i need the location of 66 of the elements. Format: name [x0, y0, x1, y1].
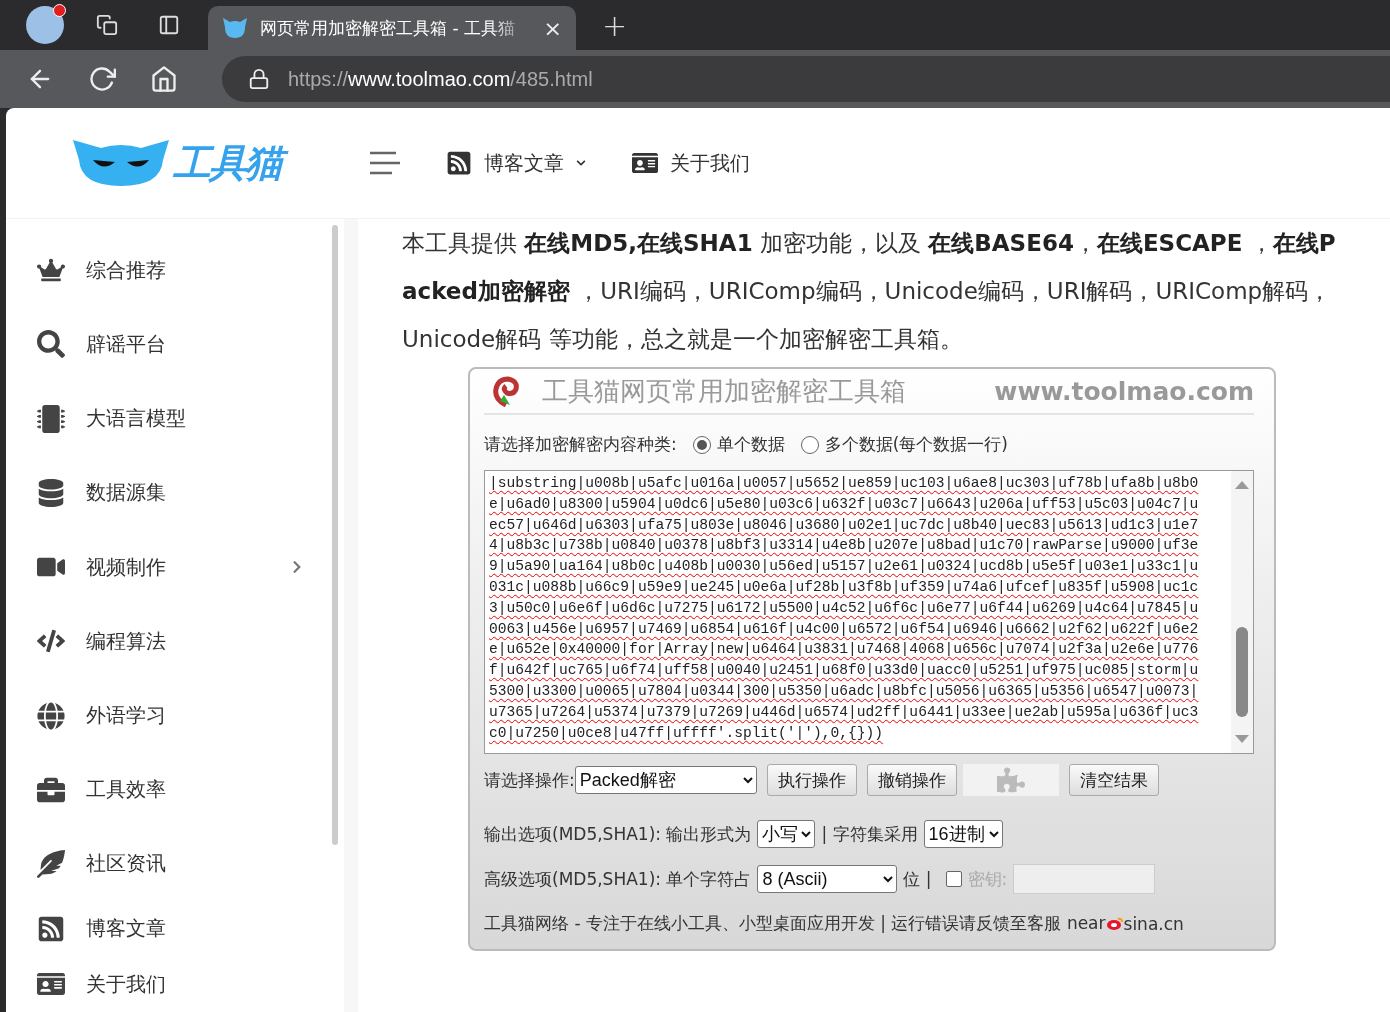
site-url: www.toolmao.com: [994, 376, 1254, 406]
lock-icon: [248, 68, 270, 90]
scroll-down-icon[interactable]: [1235, 735, 1249, 743]
operation-select[interactable]: Packed解密: [574, 766, 757, 794]
tool-title: 工具猫网页常用加密解密工具箱: [542, 374, 907, 408]
sidebar-item[interactable]: 视频制作: [6, 529, 344, 605]
chip-icon: [34, 404, 68, 433]
address-bar[interactable]: https://www.toolmao.com/485.html: [222, 56, 1390, 102]
nav-link[interactable]: 关于我们: [632, 149, 750, 177]
sidebar-item[interactable]: 编程算法: [6, 604, 344, 679]
radio-label[interactable]: 单个数据: [716, 433, 785, 456]
nav-link[interactable]: 博客文章: [446, 149, 586, 177]
rss-icon: [446, 150, 472, 176]
action-button[interactable]: 撤销操作: [866, 764, 957, 796]
puzzle-icon: [996, 766, 1025, 794]
globe-icon: [34, 701, 68, 730]
radio-button[interactable]: [692, 435, 711, 454]
radio-button[interactable]: [800, 435, 819, 454]
scroll-up-icon[interactable]: [1235, 481, 1249, 489]
weibo-icon: [1105, 916, 1124, 931]
home-icon[interactable]: [150, 65, 178, 93]
width-select[interactable]: 8 (Ascii): [757, 865, 898, 893]
url-host: www.toolmao.com: [348, 67, 511, 91]
close-tab-button[interactable]: ×: [543, 15, 562, 41]
briefcase-icon: [34, 775, 68, 804]
case-select[interactable]: 小写: [757, 820, 816, 848]
menu-icon[interactable]: [368, 150, 400, 176]
browser-tab[interactable]: 网页常用加密解密工具箱 - 工具猫 ×: [208, 6, 576, 50]
sidebar-item[interactable]: 关于我们: [6, 956, 344, 1012]
reload-icon[interactable]: [88, 65, 116, 93]
scroll-thumb[interactable]: [1236, 627, 1248, 717]
cat-icon: [222, 17, 248, 39]
charset-select[interactable]: 16进制: [923, 820, 1003, 848]
search-icon: [34, 330, 68, 359]
footer-text: 工具猫网络 - 专注于在线小工具、小型桌面应用开发 | 运行错误请反馈至客服 near: [484, 912, 1106, 935]
sidebar-item[interactable]: 数据源集: [6, 455, 344, 530]
sidebar-item[interactable]: 社区资讯: [6, 826, 344, 902]
profile-avatar[interactable]: [26, 6, 64, 44]
cat-logo-icon: [71, 138, 171, 188]
advanced-label: 高级选项(MD5,SHA1): 单个字符占: [484, 867, 752, 891]
action-button[interactable]: 清空结果: [1068, 764, 1159, 796]
key-checkbox[interactable]: [945, 871, 962, 887]
sidebar-item[interactable]: 外语学习: [6, 678, 344, 753]
scrollbar[interactable]: [1231, 471, 1253, 753]
sidebar-item[interactable]: 大语言模型: [6, 381, 344, 456]
sidebar-item[interactable]: 辟谣平台: [6, 307, 344, 382]
sidebar-item[interactable]: 工具效率: [6, 752, 344, 827]
feather-icon: [34, 850, 68, 878]
swirl-logo-icon: [490, 375, 522, 407]
id-card-icon: [632, 150, 658, 176]
output-options-label: 输出选项(MD5,SHA1): 输出形式为: [484, 822, 752, 846]
url-path: /485.html: [510, 67, 593, 91]
sidebar-item[interactable]: 博客文章: [6, 901, 344, 957]
radio-label[interactable]: 多个数据(每个数据一行): [824, 433, 1008, 456]
footer-email-domain: sina.cn: [1123, 913, 1184, 934]
caret-icon: [576, 158, 586, 168]
mode-label: 请选择加密解密内容种类:: [484, 433, 677, 456]
operation-label: 请选择操作:: [484, 768, 575, 792]
url-scheme: https://: [288, 67, 349, 91]
new-tab-button[interactable]: +: [602, 7, 628, 43]
intro-paragraph: 本工具提供 在线MD5,在线SHA1 加密功能，以及 在线BASE64，在线ESCAPE ，在线Packed加密解密 ，URI编码，URIComp编码，Unicode编码，URI解码，URIComp解码，Unicode解码 等功能，总之就是一个加密解密工具箱。: [402, 229, 1337, 354]
output-text: |substring|u008b|u5afc|u016a|u0057|u5652|ue859|uc103|u6ae8|uc303|uf78b|ufa8b|u8b0 e|u6ad0|u8300|u5904|u0dc6|u5e80|u03c6|u632f|u03c7|u6643|u206a|uff53|u5c03|u04c7|u ec57|u646d|u6303|ufa75|u803e|u8046|u3680|u02e1|uc7dc|u8b40|uec83|u5613|ud1c3|u1e7 4|u8b3c|u738b|u0840|u0378|u8bf3|u3314|u4e8b|u207e|u8bad|u1c70|rawParse|u9000|uf3e 9|u5a90|ua164|u8b0c|u408b|u0030|u56ed|u5157|u2e61|u0324|ucd8b|u5e5f|u03e1|u33c1|u 031c|u088b|u66c9|u59e9|ue245|u0e6a|uf28b|u3f8b|uf359|u74a6|ufcef|u835f|u5908|uc1c 3|u50c0|u6e6f|u6d6c|u7275|u6172|u5500|u4c52|u6f6c|u6e77|u6f44|u6269|u4c64|u7845|u 0063|u456e|u6957|u7469|u6854|u616f|u4c00|u6572|u6f54|u6946|u6662|u2f62|u622f|u6e2 e|u652e|0x40000|for|Array|new|u6464|u3831|u7468|4068|u656c|u7074|u2f3a|u2e6e|u776 f|u642f|uc765|u6f74|uff58|u0040|u2451|u68f0|u33d0|uacc0|u5251|uf975|uc085|storm|u 5300|u3300|u0065|u7804|u0344|300|u5350|u6adc|u8bfc|u5056|u6365|u5356|u6547|u0073| u7365|u7264|u5374|u7379|u7269|u446d|u6574|ud2ff|u6441|u33ee|ue2ab|u595a|u636f|uc3 c0|u7250|u0ce8|u47ff|uffff'.split('|'),0,{})): [488, 474, 1200, 743]
charset-label: | 字符集采用: [821, 822, 918, 846]
sidebar-item[interactable]: 综合推荐: [6, 233, 344, 308]
action-button[interactable]: 执行操作: [766, 764, 857, 796]
unit-label: 位 |: [903, 867, 932, 891]
